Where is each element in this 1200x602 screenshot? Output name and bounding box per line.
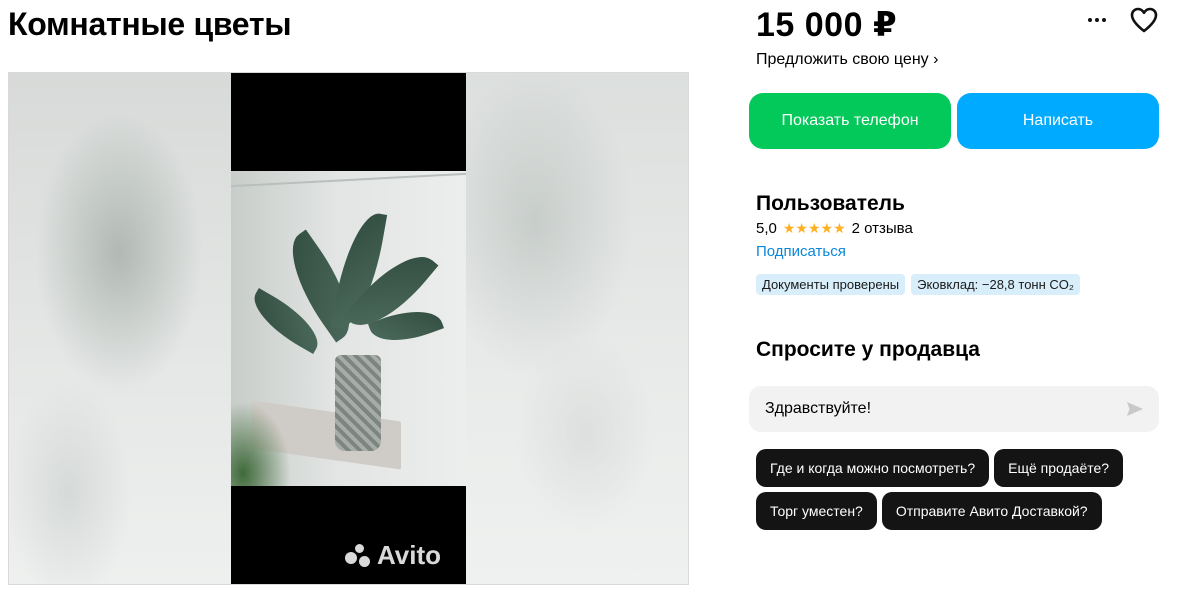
heart-icon[interactable] (1129, 6, 1159, 34)
seller-name[interactable]: Пользователь (756, 192, 905, 216)
gallery-blur-left (9, 73, 232, 584)
subscribe-link[interactable]: Подписаться (756, 243, 846, 260)
rating-value: 5,0 (756, 220, 777, 237)
message-box (749, 386, 1159, 432)
offer-price-link[interactable]: Предложить свою цену › (756, 51, 938, 69)
star-rating-icon: ★★★★★ (782, 220, 846, 236)
gallery-blur-right (465, 73, 688, 584)
plant-photo (231, 171, 466, 486)
quick-question-chip[interactable]: Торг уместен? (756, 492, 877, 530)
avito-logo-icon (345, 543, 373, 568)
badge-eco-contribution[interactable]: Эковклад: −28,8 тонн CO₂ (911, 274, 1080, 295)
ask-seller-title: Спросите у продавца (756, 338, 980, 361)
photo-gallery[interactable] (8, 72, 689, 585)
quick-question-chip[interactable]: Ещё продаёте? (994, 449, 1124, 487)
quick-question-chip[interactable]: Отправите Авито Доставкой? (881, 492, 1102, 530)
show-phone-button[interactable]: Показать телефон (749, 93, 951, 149)
badge-documents-verified[interactable]: Документы проверены (756, 274, 906, 295)
seller-rating: 5,0 ★★★★★ 2 отзыва (756, 220, 913, 237)
listing-title: Комнатные цветы (8, 6, 292, 42)
quick-questions: Где и когда можно посмотреть? Ещё продаё… (756, 449, 1156, 530)
avito-watermark: Avito (345, 540, 441, 571)
main-photo-frame[interactable] (231, 73, 466, 584)
plant-pot (335, 355, 381, 451)
reviews-link[interactable]: 2 отзыва (852, 220, 913, 237)
quick-question-chip[interactable]: Где и когда можно посмотреть? (756, 449, 990, 487)
price: 15 000 ₽ (756, 6, 898, 44)
seller-badges: Документы проверены Эковклад: −28,8 тонн… (756, 274, 1080, 295)
write-message-button[interactable]: Написать (957, 93, 1159, 149)
send-icon[interactable] (1125, 399, 1145, 419)
message-input[interactable] (765, 386, 1105, 432)
more-horizontal-icon[interactable] (1083, 10, 1111, 30)
